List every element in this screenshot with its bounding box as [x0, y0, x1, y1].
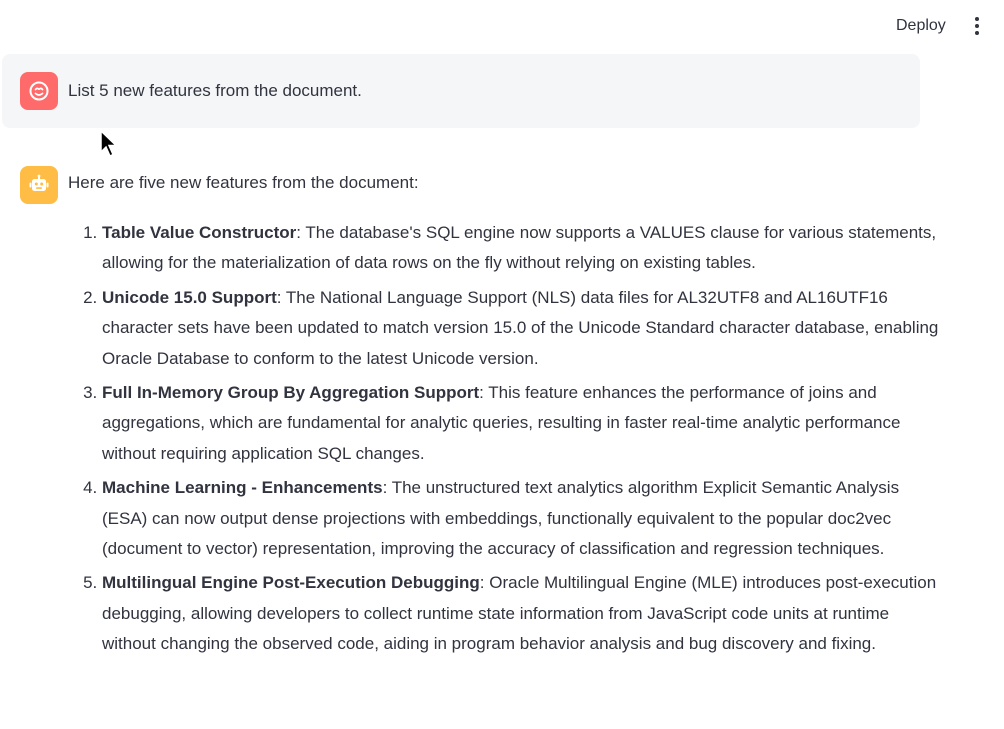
user-avatar — [20, 72, 58, 110]
feature-list: Table Value Constructor: The database's … — [62, 218, 942, 664]
feature-title: Full In-Memory Group By Aggregation Supp… — [102, 383, 480, 403]
list-item: Multilingual Engine Post-Execution Debug… — [102, 568, 942, 659]
feature-title: Unicode 15.0 Support — [102, 287, 277, 307]
feature-title: Machine Learning - Enhancements — [102, 478, 383, 498]
assistant-intro-text: Here are five new features from the docu… — [68, 173, 419, 192]
user-face-icon — [29, 81, 49, 101]
list-item: Table Value Constructor: The database's … — [102, 218, 942, 279]
mouse-pointer-icon — [100, 130, 118, 158]
user-message-text: List 5 new features from the document. — [68, 81, 362, 100]
app-header: Deploy — [0, 0, 1004, 52]
deploy-button[interactable]: Deploy — [884, 14, 958, 38]
user-chat-message: List 5 new features from the document. — [2, 54, 920, 128]
robot-icon — [29, 174, 49, 191]
assistant-avatar — [20, 166, 58, 204]
list-item: Unicode 15.0 Support: The National Langu… — [102, 283, 942, 374]
list-item: Full In-Memory Group By Aggregation Supp… — [102, 378, 942, 469]
feature-title: Table Value Constructor — [102, 223, 297, 242]
more-options-icon[interactable] — [966, 14, 988, 38]
feature-title: Multilingual Engine Post-Execution Debug… — [102, 573, 480, 593]
list-item: Machine Learning - Enhancements: The uns… — [102, 473, 942, 564]
